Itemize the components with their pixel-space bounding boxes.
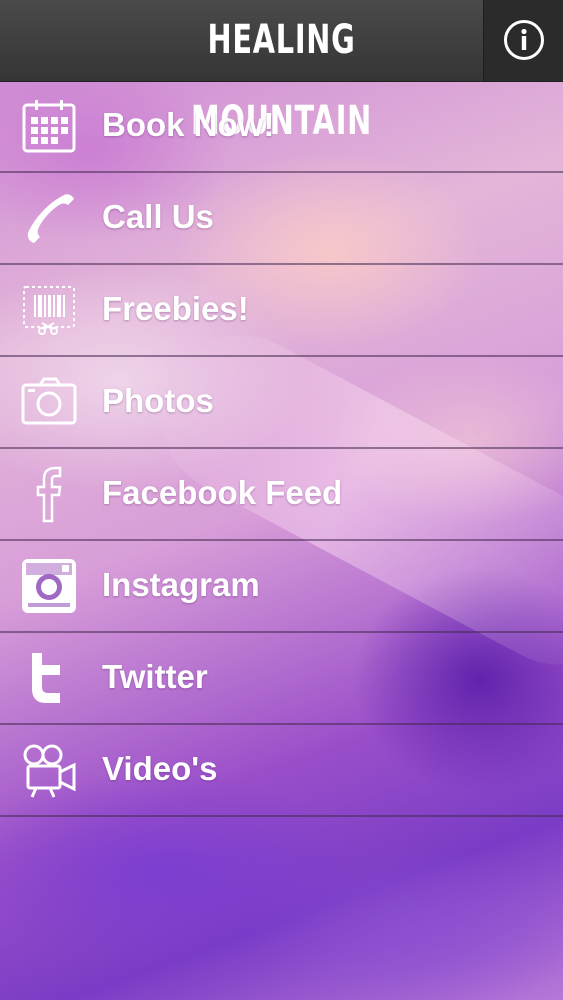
app-title: HEALING MOUNTAIN (191, 17, 372, 144)
info-button[interactable] (483, 0, 563, 81)
menu-item-videos[interactable]: Video's (0, 725, 563, 817)
instagram-icon (20, 557, 78, 615)
menu-item-label: Call Us (102, 198, 214, 235)
main-menu: Book Now! Call Us Freebies! Photos Faceb… (0, 81, 563, 817)
menu-item-label: Photos (102, 382, 214, 419)
menu-item-label: Instagram (102, 566, 260, 603)
phone-icon (20, 189, 78, 247)
app-header: HEALING MOUNTAIN (0, 0, 563, 144)
menu-item-label: Video's (102, 750, 218, 787)
menu-item-label: Freebies! (102, 290, 249, 327)
menu-item-call-us[interactable]: Call Us (0, 173, 563, 265)
info-circle-icon (504, 20, 544, 60)
facebook-icon (20, 465, 78, 523)
menu-item-freebies[interactable]: Freebies! (0, 265, 563, 357)
menu-item-photos[interactable]: Photos (0, 357, 563, 449)
menu-item-instagram[interactable]: Instagram (0, 541, 563, 633)
menu-item-twitter[interactable]: Twitter (0, 633, 563, 725)
camera-icon (20, 373, 78, 431)
menu-item-label: Facebook Feed (102, 474, 343, 511)
menu-item-label: Twitter (102, 658, 208, 695)
coupon-icon (20, 281, 78, 339)
twitter-icon (20, 649, 78, 707)
menu-item-book-now[interactable]: Book Now! (0, 81, 563, 173)
menu-item-label: Book Now! (102, 106, 275, 143)
calendar-icon (20, 97, 78, 155)
menu-item-facebook-feed[interactable]: Facebook Feed (0, 449, 563, 541)
video-camera-icon (20, 741, 78, 799)
